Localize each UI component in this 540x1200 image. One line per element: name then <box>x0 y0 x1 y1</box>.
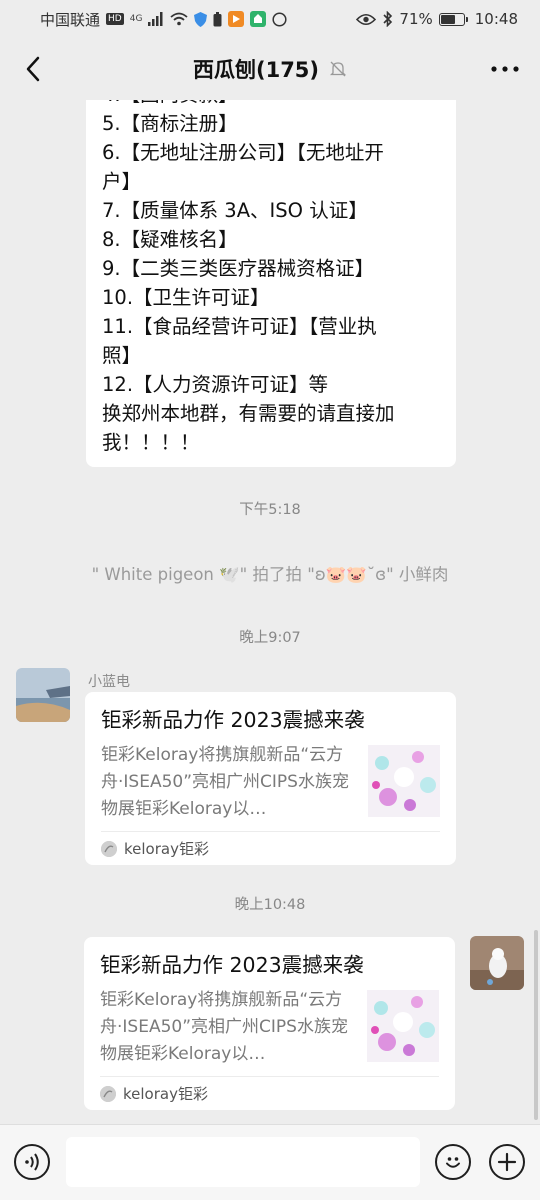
signal-icon <box>148 12 163 26</box>
card-description: 钜彩Keloray将携旗舰新品“云方舟·ISEA50”亮相广州CIPS水族宠物展… <box>101 745 349 819</box>
message-line: 7.【质量体系 3A、ISO 认证】 <box>102 199 368 222</box>
chevron-left-icon <box>26 56 40 82</box>
battery-percent: 71% <box>399 10 433 28</box>
card-thumbnail <box>368 745 440 817</box>
my-avatar[interactable] <box>470 936 524 990</box>
battery-saver-icon <box>213 11 222 26</box>
message-line: 6.【无地址注册公司】【无地址开 <box>102 141 384 164</box>
back-button[interactable] <box>16 52 50 86</box>
scrollbar[interactable] <box>534 930 538 1120</box>
source-name: keloray钜彩 <box>124 840 209 858</box>
text-message-bubble[interactable]: 4.【国内贷款】 5.【商标注册】 6.【无地址注册公司】【无地址开 户】 7.… <box>86 100 456 467</box>
wifi-icon <box>170 12 189 26</box>
carrier-label: 中国联通 <box>40 10 101 29</box>
message-line: 4.【国内贷款】 <box>102 100 440 109</box>
status-bar: 中国联通 HD 4G 71% 10:48 <box>0 0 540 38</box>
shield-app-icon <box>194 11 208 27</box>
pat-system-message: " White pigeon 🕊️" 拍了拍 "ʚ🐷🐷˘ɞ" 小鲜肉 <box>91 565 449 584</box>
message-line: 9.【二类三类医疗器械资格证】 <box>102 257 375 280</box>
card-title: 钜彩新品力作 2023震撼来袭 <box>101 708 365 732</box>
plus-icon <box>497 1152 517 1172</box>
chat-message-list[interactable]: 4.【国内贷款】 5.【商标注册】 6.【无地址注册公司】【无地址开 户】 7.… <box>0 100 540 1124</box>
input-bar <box>0 1124 540 1200</box>
voice-input-button[interactable] <box>14 1144 50 1180</box>
status-left: 中国联通 HD 4G <box>40 9 287 30</box>
sender-name: 小蓝电 <box>88 674 130 690</box>
play-app-icon <box>228 11 245 27</box>
link-card[interactable]: 钜彩新品力作 2023震撼来袭 钜彩Keloray将携旗舰新品“云方舟·ISEA… <box>85 692 456 865</box>
network-label: 4G <box>129 14 143 24</box>
more-functions-button[interactable] <box>489 1144 525 1180</box>
emoji-icon <box>446 1157 460 1168</box>
voice-icon <box>25 1153 39 1171</box>
message-line: 户】 <box>102 170 142 193</box>
card-source: keloray钜彩 <box>100 1076 439 1110</box>
circle-status-icon <box>272 11 287 27</box>
bluetooth-icon <box>383 11 393 27</box>
message-line: 11.【食品经营许可证】【营业执 <box>102 315 377 338</box>
battery-level <box>440 14 455 24</box>
source-name: keloray钜彩 <box>123 1085 208 1103</box>
card-source: keloray钜彩 <box>101 831 440 865</box>
source-logo-icon <box>100 1085 116 1102</box>
message-line: 12.【人力资源许可证】等 <box>102 373 329 396</box>
eye-icon <box>356 13 377 25</box>
timestamp-label: 晚上9:07 <box>239 630 301 646</box>
chat-title: 西瓜刨(175) <box>192 58 320 82</box>
message-line: 10.【卫生许可证】 <box>102 286 270 309</box>
card-description: 钜彩Keloray将携旗舰新品“云方舟·ISEA50”亮相广州CIPS水族宠物展… <box>100 990 348 1064</box>
message-line: 我！！！！ <box>102 431 200 454</box>
message-line: 5.【商标注册】 <box>102 112 238 135</box>
clock: 10:48 <box>474 10 518 28</box>
hd-badge: HD <box>106 13 124 25</box>
store-app-icon <box>250 11 267 27</box>
mute-bell-icon <box>329 60 347 78</box>
card-thumbnail <box>367 990 439 1062</box>
message-line: 照】 <box>102 344 142 367</box>
card-title: 钜彩新品力作 2023震撼来袭 <box>100 953 364 977</box>
message-line: 换郑州本地群，有需要的请直接加 <box>102 402 395 425</box>
battery-icon <box>438 12 468 26</box>
more-dots-icon <box>491 66 519 72</box>
more-options-button[interactable] <box>488 52 522 86</box>
chat-header: 西瓜刨(175) <box>0 38 540 100</box>
source-logo-icon <box>101 840 117 857</box>
emoji-button[interactable] <box>435 1144 471 1180</box>
message-line: 8.【疑难核名】 <box>102 228 238 251</box>
timestamp-label: 晚上10:48 <box>234 897 306 913</box>
sender-avatar[interactable] <box>16 668 70 722</box>
status-right: 71% 10:48 <box>356 10 518 28</box>
message-input[interactable] <box>66 1137 420 1187</box>
link-card[interactable]: 钜彩新品力作 2023震撼来袭 钜彩Keloray将携旗舰新品“云方舟·ISEA… <box>84 937 455 1110</box>
timestamp-label: 下午5:18 <box>239 502 301 518</box>
